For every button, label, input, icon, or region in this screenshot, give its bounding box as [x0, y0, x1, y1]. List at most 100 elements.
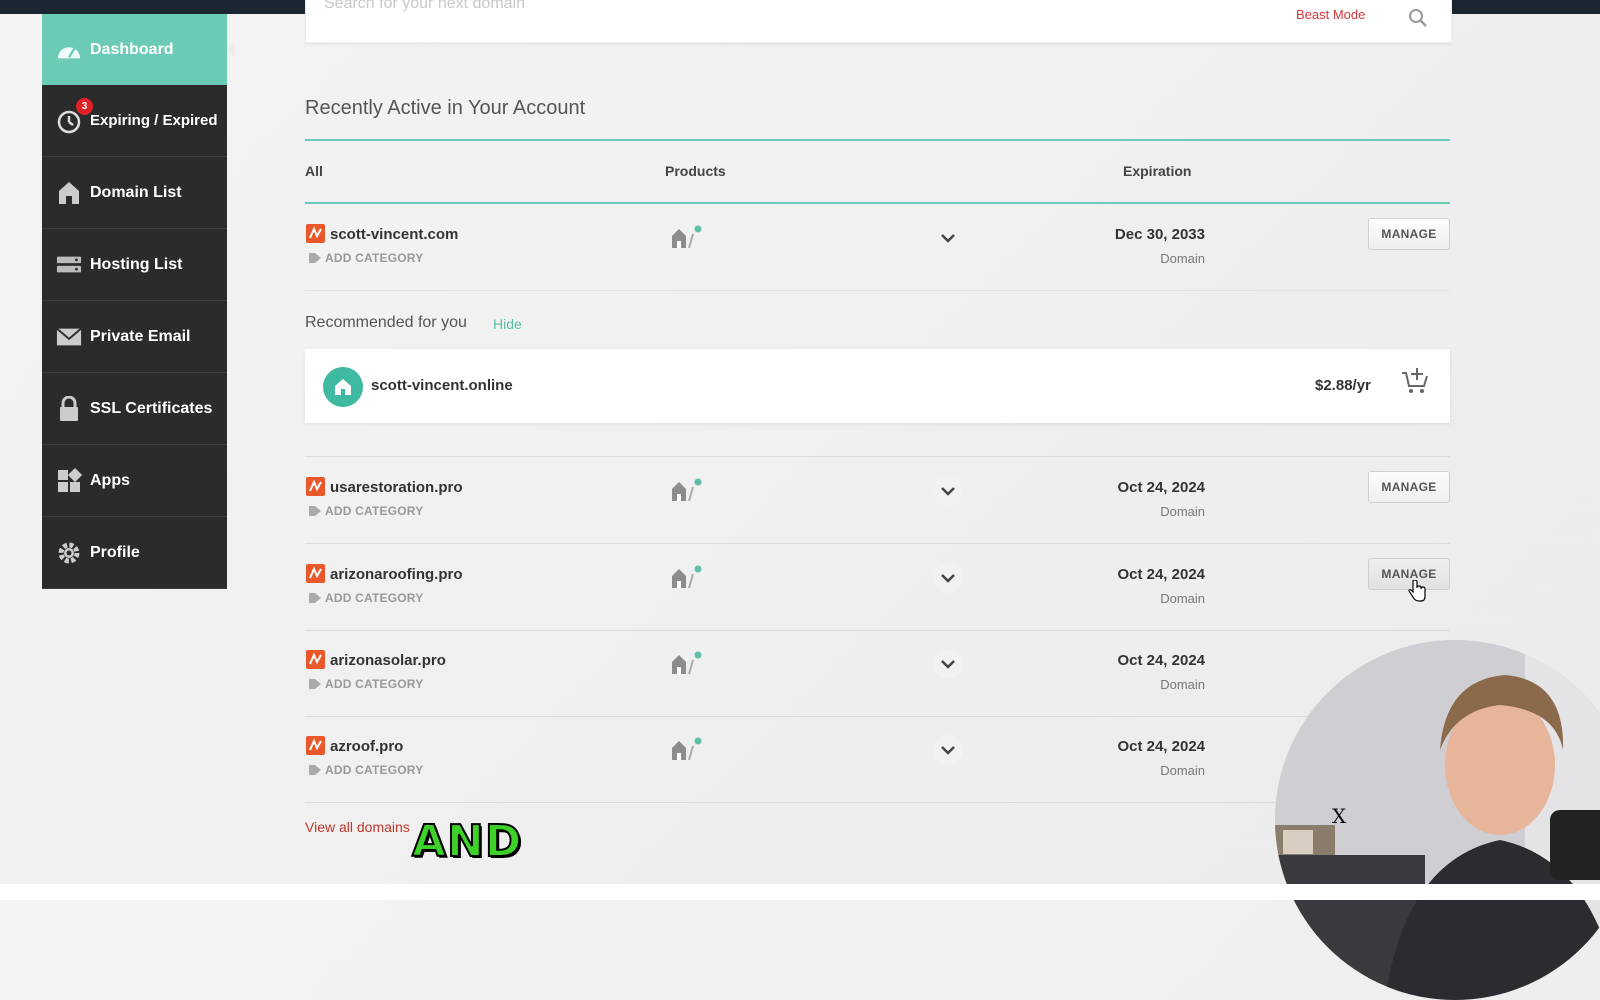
column-header-all[interactable]: All [305, 163, 323, 179]
domain-search-bar: Beast Mode [305, 0, 1452, 43]
sidebar-item-profile[interactable]: Profile [42, 517, 227, 589]
stopwatch-icon: 3 [56, 97, 93, 134]
table-row: arizonasolar.pro ADD CATEGORY Oct 24, 20… [305, 630, 1450, 717]
sidebar-item-apps[interactable]: Apps [42, 445, 227, 517]
namecheap-logo-icon [306, 224, 325, 243]
sidebar-item-label: SSL Certificates [90, 399, 213, 417]
table-row: scott-vincent.com ADD CATEGORY Dec 30, 2… [305, 204, 1450, 291]
add-category-label: ADD CATEGORY [325, 763, 424, 777]
namecheap-logo-icon [306, 477, 325, 496]
hide-recommendations-link[interactable]: Hide [493, 316, 522, 332]
sidebar-item-expiring[interactable]: 3 Expiring / Expired [42, 85, 227, 157]
add-category-label: ADD CATEGORY [325, 504, 424, 518]
sidebar-item-dashboard[interactable]: Dashboard [42, 14, 235, 85]
chevron-down-icon [941, 487, 955, 496]
add-category-link[interactable]: ADD CATEGORY [308, 591, 423, 605]
domain-product-icon [670, 477, 704, 508]
domain-product-icon [670, 650, 704, 681]
column-header-products: Products [665, 163, 726, 179]
chevron-down-icon [941, 746, 955, 755]
sidebar-item-label: Profile [90, 543, 140, 561]
expand-row-button[interactable] [933, 563, 963, 593]
add-to-cart-icon[interactable] [1400, 365, 1430, 400]
section-title: Recently Active in Your Account [305, 97, 586, 119]
expand-row-button[interactable] [933, 476, 963, 506]
bottom-bar [0, 884, 1600, 900]
domain-product-icon [670, 736, 704, 767]
tag-icon [309, 679, 321, 689]
column-header-expiration: Expiration [1123, 163, 1192, 179]
title-divider [305, 139, 1450, 141]
namecheap-logo-icon [306, 736, 325, 755]
house-icon [323, 367, 363, 407]
dashboard-gauge-icon [56, 37, 82, 63]
namecheap-logo-icon [306, 564, 325, 583]
add-category-link[interactable]: ADD CATEGORY [308, 677, 423, 691]
domain-name[interactable]: azroof.pro [330, 738, 403, 755]
tag-icon [309, 253, 321, 263]
product-type: Domain [1160, 677, 1205, 692]
add-category-link[interactable]: ADD CATEGORY [308, 504, 423, 518]
domain-name[interactable]: scott-vincent.com [330, 226, 458, 243]
manage-button[interactable]: MANAGE [1368, 218, 1450, 250]
sidebar-item-ssl-certificates[interactable]: SSL Certificates [42, 373, 227, 445]
view-all-domains-link[interactable]: View all domains [305, 819, 410, 835]
domain-name[interactable]: arizonasolar.pro [330, 652, 446, 669]
house-icon [56, 180, 82, 206]
chevron-down-icon [941, 574, 955, 583]
recommended-domain-price: $2.88/yr [1315, 377, 1371, 394]
expiration-date: Oct 24, 2024 [1117, 479, 1205, 496]
add-category-label: ADD CATEGORY [325, 251, 424, 265]
expand-row-button[interactable] [933, 735, 963, 765]
sidebar-item-label: Dashboard [90, 40, 174, 58]
server-icon [56, 252, 82, 278]
tag-icon [309, 593, 321, 603]
expiration-date: Dec 30, 2033 [1114, 226, 1205, 243]
search-icon[interactable] [1408, 8, 1428, 33]
apps-grid-icon [56, 467, 82, 494]
add-category-label: ADD CATEGORY [325, 591, 424, 605]
sidebar-item-domain-list[interactable]: Domain List [42, 157, 227, 229]
close-icon[interactable]: X [1332, 804, 1346, 828]
add-category-link[interactable]: ADD CATEGORY [308, 251, 423, 265]
envelope-icon [56, 324, 82, 350]
chevron-down-icon [941, 660, 955, 669]
namecheap-logo-icon [306, 650, 325, 669]
beast-mode-link[interactable]: Beast Mode [1296, 7, 1365, 22]
product-type: Domain [1160, 504, 1205, 519]
sidebar-item-private-email[interactable]: Private Email [42, 301, 227, 373]
expand-row-button[interactable] [933, 649, 963, 679]
lock-icon [56, 395, 82, 422]
product-type: Domain [1160, 591, 1205, 606]
tag-icon [309, 765, 321, 775]
sidebar-nav: Dashboard 3 Expiring / Expired Domain Li… [42, 14, 235, 589]
tag-icon [309, 506, 321, 516]
domain-search-input[interactable] [322, 0, 1126, 14]
hand-cursor-icon [1408, 579, 1426, 607]
manage-button[interactable]: MANAGE [1368, 471, 1450, 503]
table-row: usarestoration.pro ADD CATEGORY Oct 24, … [305, 457, 1450, 544]
add-category-link[interactable]: ADD CATEGORY [308, 763, 423, 777]
sidebar-item-label: Hosting List [90, 255, 183, 273]
expiring-count-badge: 3 [76, 97, 93, 115]
expiration-date: Oct 24, 2024 [1117, 738, 1205, 755]
sidebar-item-label: Apps [90, 471, 130, 489]
chevron-down-icon [941, 234, 955, 243]
sidebar-item-hosting-list[interactable]: Hosting List [42, 229, 227, 301]
gear-icon [56, 540, 82, 566]
sidebar-item-label: Private Email [90, 327, 191, 345]
product-type: Domain [1160, 763, 1205, 778]
recommended-label: Recommended for you [305, 314, 467, 331]
sidebar-item-label: Domain List [90, 183, 182, 201]
video-caption: AND [411, 815, 523, 868]
domain-name[interactable]: usarestoration.pro [330, 479, 463, 496]
domain-name[interactable]: arizonaroofing.pro [330, 566, 463, 583]
expand-row-button[interactable] [933, 223, 963, 253]
domain-product-icon [670, 564, 704, 595]
sidebar-item-label: Expiring / Expired [90, 112, 218, 129]
expiration-date: Oct 24, 2024 [1117, 566, 1205, 583]
recommended-domain-card: scott-vincent.online $2.88/yr [305, 349, 1450, 423]
recommended-domain-name[interactable]: scott-vincent.online [371, 377, 513, 394]
add-category-label: ADD CATEGORY [325, 677, 424, 691]
domain-product-icon [670, 224, 704, 255]
